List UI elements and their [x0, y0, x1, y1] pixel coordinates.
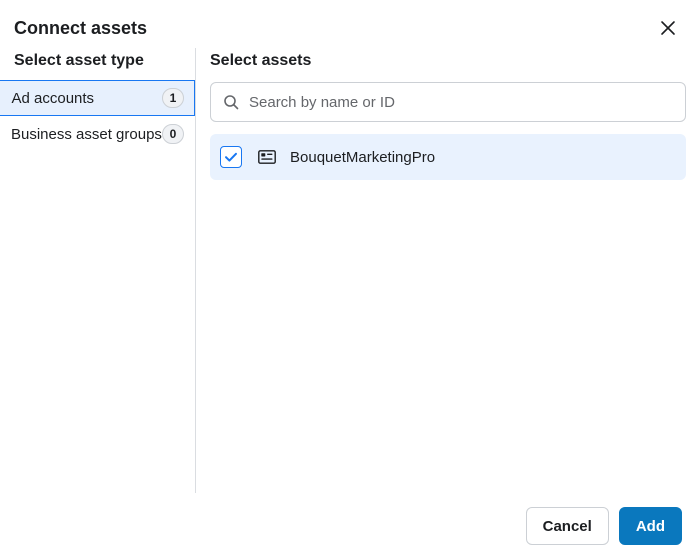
- asset-type-ad-accounts[interactable]: Ad accounts 1: [0, 80, 195, 116]
- search-input[interactable]: [249, 94, 673, 111]
- asset-type-list: Ad accounts 1 Business asset groups 0: [0, 80, 195, 152]
- search-box[interactable]: [210, 82, 686, 122]
- right-pane: Select assets: [196, 48, 700, 493]
- asset-type-count-badge: 1: [162, 88, 184, 108]
- asset-type-business-asset-groups[interactable]: Business asset groups 0: [0, 116, 195, 152]
- dialog-content: Select asset type Ad accounts 1 Business…: [0, 48, 700, 493]
- asset-list: BouquetMarketingPro: [210, 134, 686, 180]
- asset-type-count-badge: 0: [162, 124, 184, 144]
- asset-type-label: Ad accounts: [12, 90, 95, 107]
- asset-row[interactable]: BouquetMarketingPro: [210, 134, 686, 180]
- asset-name: BouquetMarketingPro: [290, 149, 435, 166]
- search-icon: [223, 94, 239, 110]
- dialog-footer: Cancel Add: [526, 507, 682, 545]
- close-button[interactable]: [654, 14, 682, 42]
- select-assets-heading: Select assets: [210, 48, 686, 80]
- ad-account-icon: [258, 150, 276, 164]
- close-icon: [660, 20, 676, 36]
- left-pane: Select asset type Ad accounts 1 Business…: [0, 48, 196, 493]
- dialog-header: Connect assets: [0, 0, 700, 48]
- asset-type-heading: Select asset type: [0, 48, 195, 80]
- add-button[interactable]: Add: [619, 507, 682, 545]
- checkmark-icon: [224, 150, 238, 164]
- dialog-title: Connect assets: [14, 18, 147, 39]
- asset-type-label: Business asset groups: [11, 126, 162, 143]
- cancel-button[interactable]: Cancel: [526, 507, 609, 545]
- asset-checkbox[interactable]: [220, 146, 242, 168]
